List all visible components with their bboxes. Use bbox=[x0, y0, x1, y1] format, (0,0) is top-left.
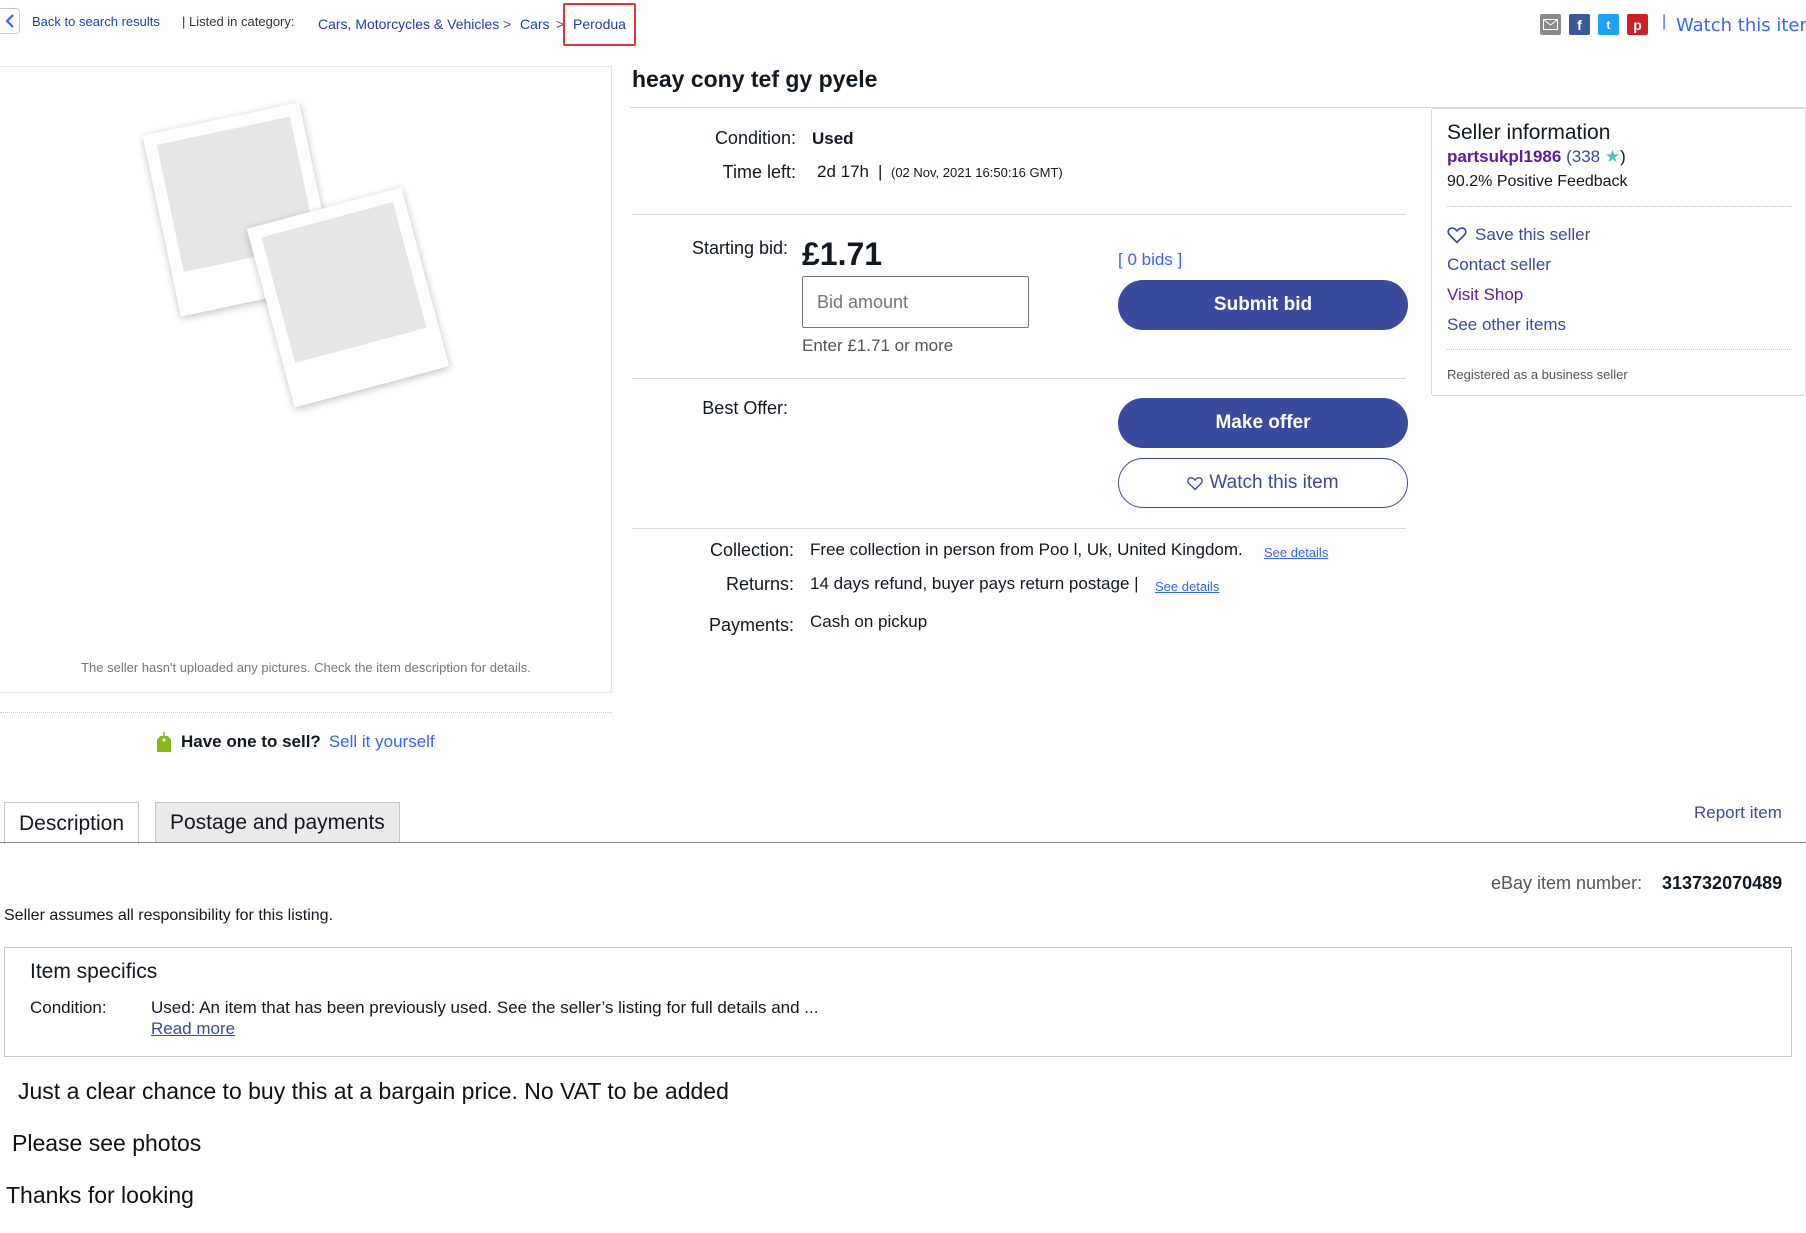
payments-label: Payments: bbox=[708, 615, 794, 635]
report-item-link[interactable]: Report item bbox=[1694, 803, 1782, 823]
breadcrumb-cars-motorcycles-vehicles[interactable]: Cars, Motorcycles & Vehicles bbox=[318, 16, 499, 32]
breadcrumb-cars[interactable]: Cars bbox=[520, 16, 550, 32]
specifics-condition-label: Condition: bbox=[30, 998, 107, 1017]
specifics-condition-value: Used: An item that has been previously u… bbox=[151, 998, 819, 1017]
section-divider bbox=[632, 214, 1406, 215]
seller-divider bbox=[1447, 349, 1792, 350]
pinterest-icon[interactable]: p bbox=[1627, 14, 1648, 35]
price-tag-icon bbox=[157, 732, 171, 752]
payments-value: Cash on pickup bbox=[810, 612, 928, 631]
collection-value: Free collection in person from Poo l, Uk… bbox=[810, 540, 1243, 559]
seller-info-title: Seller information bbox=[1447, 121, 1611, 144]
no-pictures-notice: The seller hasn't uploaded any pictures.… bbox=[81, 660, 531, 675]
facebook-icon[interactable]: f bbox=[1569, 14, 1590, 35]
collection-see-details-link[interactable]: See details bbox=[1264, 545, 1328, 560]
collection-label: Collection: bbox=[709, 540, 794, 560]
returns-see-details-link[interactable]: See details bbox=[1155, 579, 1219, 594]
heart-icon bbox=[1187, 476, 1204, 490]
sell-it-yourself-link[interactable]: Sell it yourself bbox=[329, 732, 435, 752]
save-seller-label: Save this seller bbox=[1475, 225, 1591, 244]
have-one-to-sell-label: Have one to sell? bbox=[181, 732, 321, 751]
email-icon[interactable] bbox=[1540, 14, 1561, 35]
breadcrumb-separator: > bbox=[503, 16, 512, 32]
positive-feedback: 90.2% Positive Feedback bbox=[1447, 173, 1628, 190]
condition-label: Condition: bbox=[714, 128, 796, 148]
tabs-baseline bbox=[0, 842, 1806, 843]
returns-value: 14 days refund, buyer pays return postag… bbox=[810, 574, 1139, 593]
see-other-items-link[interactable]: See other items bbox=[1447, 315, 1566, 335]
end-time: (02 Nov, 2021 16:50:16 GMT) bbox=[891, 165, 1063, 180]
feedback-score-link[interactable]: 338 bbox=[1572, 147, 1600, 166]
seller-name-row: partsukpl1986 (338 ★) bbox=[1447, 147, 1626, 166]
read-more-link[interactable]: Read more bbox=[151, 1019, 235, 1039]
heart-icon bbox=[1447, 227, 1467, 244]
item-title: heay cony tef gy pyele bbox=[632, 66, 878, 92]
topbar-divider: | bbox=[1662, 13, 1667, 30]
item-specifics-title: Item specifics bbox=[30, 960, 158, 983]
starting-bid-label: Starting bid: bbox=[691, 238, 788, 258]
business-seller-note: Registered as a business seller bbox=[1447, 367, 1628, 382]
returns-label: Returns: bbox=[725, 574, 794, 594]
watch-this-item-link[interactable]: Watch this item bbox=[1676, 15, 1806, 36]
watch-item-button-label: Watch this item bbox=[1209, 472, 1339, 493]
gallery-divider bbox=[0, 712, 612, 713]
section-divider bbox=[632, 378, 1406, 379]
seller-divider bbox=[1447, 206, 1792, 207]
description-line: Thanks for looking bbox=[6, 1182, 194, 1208]
listed-in-category-label: | Listed in category: bbox=[182, 14, 295, 29]
bid-hint: Enter £1.71 or more bbox=[802, 336, 954, 355]
breadcrumb-highlight-box bbox=[563, 3, 636, 46]
star-icon: ★ bbox=[1604, 147, 1621, 166]
section-divider bbox=[632, 528, 1406, 529]
tab-description[interactable]: Description bbox=[4, 802, 140, 844]
bid-amount-input[interactable] bbox=[802, 276, 1029, 328]
save-seller-link[interactable]: Save this seller bbox=[1447, 225, 1590, 245]
item-specifics-box: Item specifics Condition: Used: An item … bbox=[4, 947, 1792, 1057]
condition-value: Used bbox=[812, 129, 854, 148]
tab-postage-and-payments[interactable]: Postage and payments bbox=[155, 802, 400, 842]
time-left-label: Time left: bbox=[722, 162, 796, 182]
make-offer-button[interactable]: Make offer bbox=[1118, 398, 1408, 448]
description-line: Please see photos bbox=[12, 1130, 202, 1156]
item-number-label: eBay item number: bbox=[1491, 873, 1643, 893]
best-offer-label: Best Offer: bbox=[702, 398, 788, 418]
contact-seller-link[interactable]: Contact seller bbox=[1447, 255, 1551, 275]
back-to-search-link[interactable]: Back to search results bbox=[32, 14, 160, 29]
visit-shop-link[interactable]: Visit Shop bbox=[1447, 285, 1523, 305]
seller-responsibility-note: Seller assumes all responsibility for th… bbox=[4, 907, 334, 924]
bids-count-link[interactable]: [ 0 bids ] bbox=[1118, 250, 1182, 270]
back-arrow-button[interactable] bbox=[0, 8, 20, 34]
image-gallery-panel bbox=[0, 66, 612, 693]
time-left-value: 2d 17h bbox=[817, 162, 869, 181]
description-line: Just a clear chance to buy this at a bar… bbox=[18, 1078, 729, 1104]
time-separator: | bbox=[878, 162, 883, 181]
watch-item-button[interactable]: Watch this item bbox=[1118, 458, 1408, 508]
starting-bid-price: £1.71 bbox=[802, 236, 883, 272]
chevron-left-icon bbox=[4, 14, 14, 28]
twitter-icon[interactable]: t bbox=[1598, 14, 1619, 35]
item-number-value: 313732070489 bbox=[1662, 873, 1783, 893]
seller-information-box: Seller information partsukpl1986 (338 ★)… bbox=[1431, 108, 1806, 396]
placeholder-photo-front bbox=[246, 187, 450, 408]
sell-yourself-row: Have one to sell? Sell it yourself bbox=[155, 730, 435, 754]
submit-bid-button[interactable]: Submit bid bbox=[1118, 280, 1408, 330]
seller-username-link[interactable]: partsukpl1986 bbox=[1447, 147, 1561, 166]
